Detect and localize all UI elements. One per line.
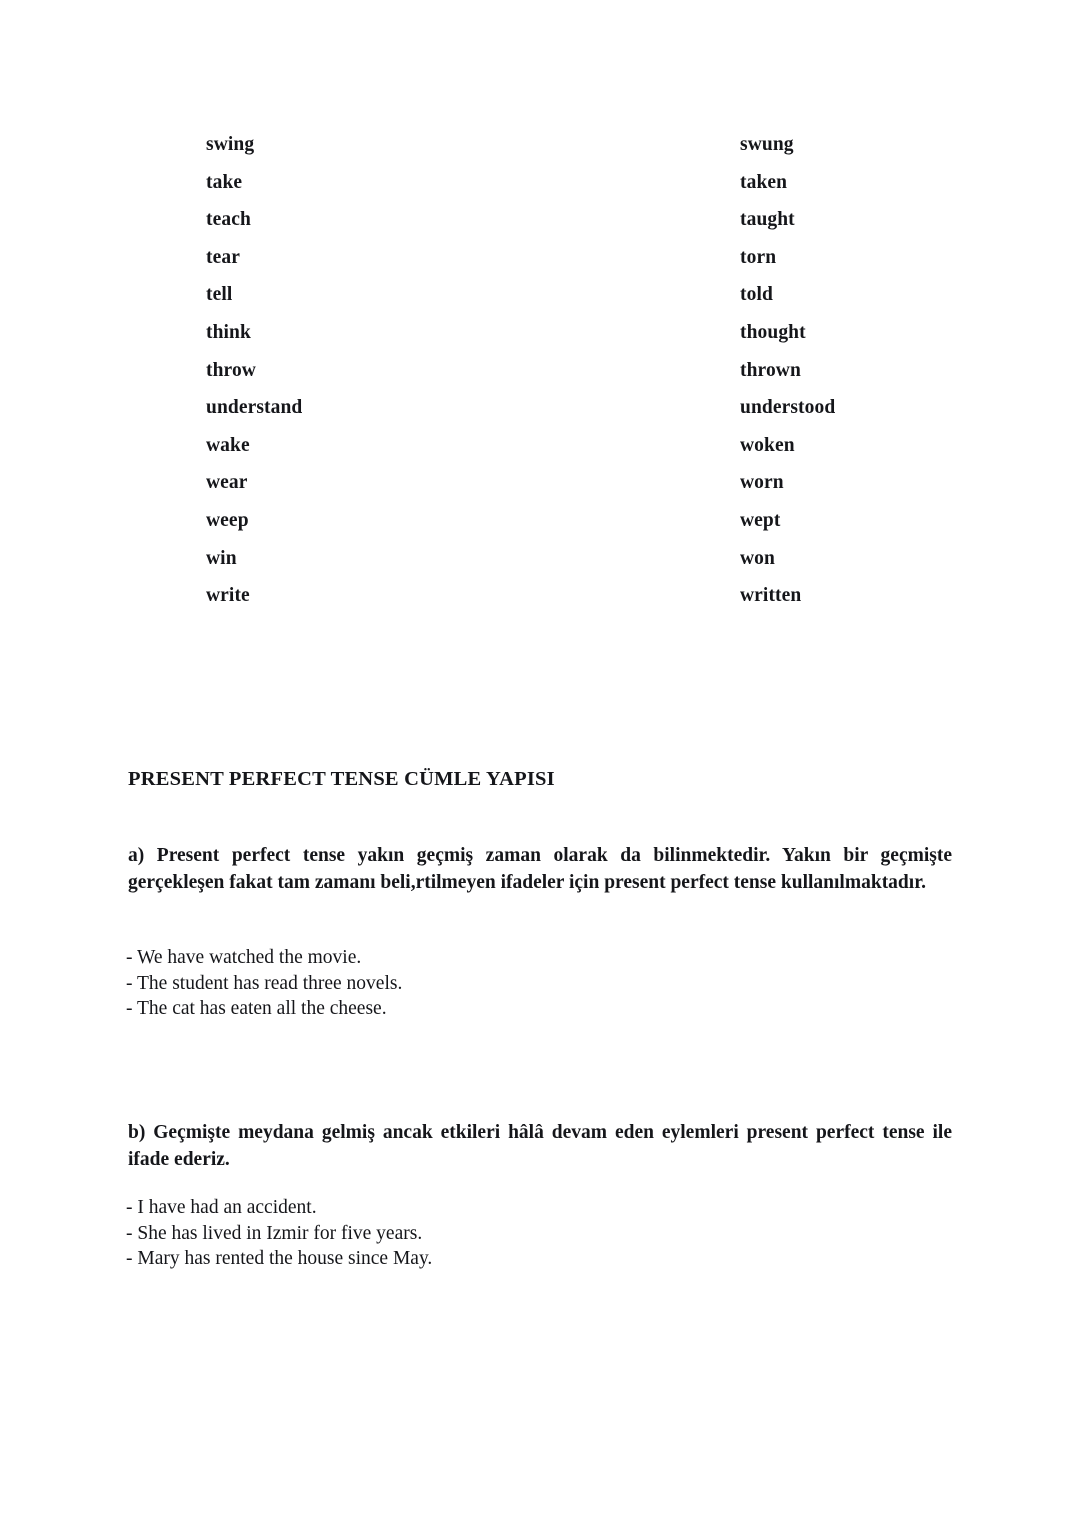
table-row: understand understood bbox=[206, 389, 906, 427]
verb-past-participle: swung bbox=[740, 134, 794, 155]
verb-base-form: win bbox=[206, 547, 237, 569]
list-item: - I have had an accident. bbox=[126, 1197, 317, 1218]
list-item: - Mary has rented the house since May. bbox=[126, 1248, 433, 1270]
rule-paragraph-a: a) Present perfect tense yakın geçmiş za… bbox=[128, 845, 952, 893]
document-page: swing swung take taken teach taught tear… bbox=[0, 0, 1080, 1528]
table-row: take taken bbox=[206, 164, 906, 202]
table-row: tell told bbox=[206, 276, 906, 314]
verb-past-participle: told bbox=[740, 284, 773, 306]
verb-base-form: tell bbox=[206, 284, 233, 306]
table-row: win won bbox=[206, 540, 906, 578]
verb-past-participle: taught bbox=[740, 209, 795, 231]
verb-base-form: throw bbox=[206, 359, 256, 381]
table-row: write written bbox=[206, 577, 906, 615]
page-title: PRESENT PERFECT TENSE CÜMLE YAPISI bbox=[128, 768, 555, 790]
rule-paragraph-b: b) Geçmişte meydana gelmiş ancak etkiler… bbox=[128, 1122, 952, 1170]
list-item: - She has lived in Izmir for five years. bbox=[126, 1222, 423, 1244]
verb-past-participle: torn bbox=[740, 246, 777, 268]
verb-past-participle: written bbox=[740, 585, 802, 607]
verb-past-participle: won bbox=[740, 547, 775, 569]
verb-base-form: take bbox=[206, 171, 243, 193]
verb-past-participle: understood bbox=[740, 397, 836, 419]
table-row: swing swung bbox=[206, 126, 906, 164]
verb-past-participle: worn bbox=[740, 472, 784, 494]
list-item: - The student has read three novels. bbox=[126, 972, 403, 994]
verb-base-form: think bbox=[206, 321, 251, 343]
verb-base-form: tear bbox=[206, 246, 240, 268]
example-list-a: - We have watched the movie. - The stude… bbox=[126, 945, 886, 1022]
table-row: throw thrown bbox=[206, 352, 906, 390]
list-item: - The cat has eaten all the cheese. bbox=[126, 998, 387, 1020]
verb-past-participle: woken bbox=[740, 434, 795, 456]
table-row: tear torn bbox=[206, 239, 906, 277]
verb-base-form: wear bbox=[206, 472, 248, 494]
verb-base-form: understand bbox=[206, 397, 303, 419]
verb-past-participle: thought bbox=[740, 321, 806, 343]
list-item: - We have watched the movie. bbox=[126, 947, 362, 968]
verb-past-participle: thrown bbox=[740, 359, 801, 381]
verb-base-form: teach bbox=[206, 209, 251, 231]
verb-base-form: write bbox=[206, 585, 250, 607]
table-row: wear worn bbox=[206, 464, 906, 502]
table-row: weep wept bbox=[206, 502, 906, 540]
table-row: think thought bbox=[206, 314, 906, 352]
verb-base-form: weep bbox=[206, 509, 249, 531]
verb-past-participle: taken bbox=[740, 171, 788, 193]
irregular-verb-list: swing swung take taken teach taught tear… bbox=[206, 126, 906, 615]
verb-base-form: swing bbox=[206, 134, 255, 155]
example-list-b: - I have had an accident. - She has live… bbox=[126, 1195, 886, 1272]
table-row: wake woken bbox=[206, 427, 906, 465]
verb-base-form: wake bbox=[206, 434, 250, 456]
verb-past-participle: wept bbox=[740, 509, 781, 531]
table-row: teach taught bbox=[206, 201, 906, 239]
